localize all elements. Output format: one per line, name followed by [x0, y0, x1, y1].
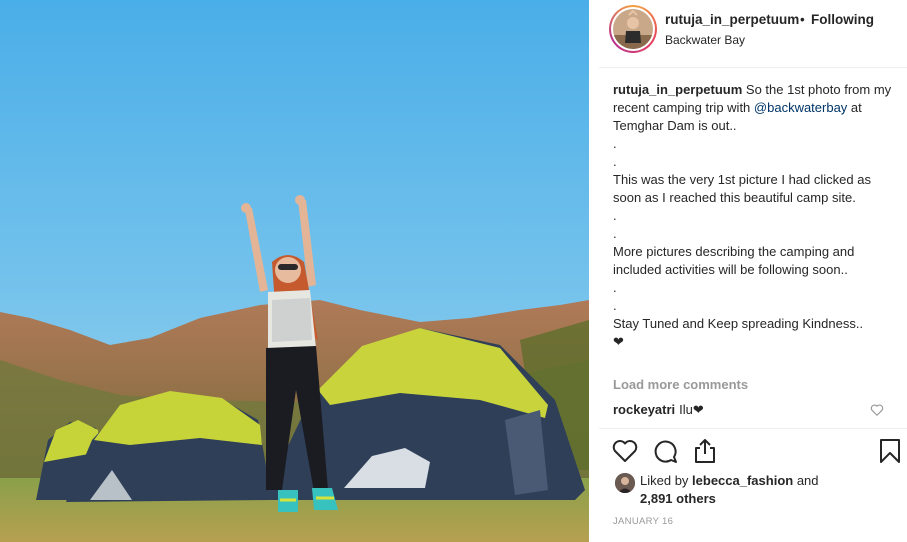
header-divider: [599, 67, 907, 68]
heart-icon[interactable]: [611, 437, 639, 465]
post-side-panel: rutuja_in_perpetuum • Following Backwate…: [589, 0, 907, 542]
post-caption: rutuja_in_perpetuum So the 1st photo fro…: [613, 81, 893, 351]
caption-dot: .: [613, 136, 617, 151]
likes-summary: Liked by lebecca_fashion and 2,891 other…: [640, 472, 880, 508]
share-icon[interactable]: [691, 437, 719, 465]
likes-prefix: Liked by: [640, 473, 693, 488]
liked-by-avatar[interactable]: [615, 473, 635, 493]
load-more-comments-button[interactable]: Load more comments: [613, 377, 748, 392]
comment-like-heart-icon[interactable]: [870, 403, 884, 417]
likes-middle: and: [793, 473, 819, 488]
bookmark-icon[interactable]: [876, 437, 904, 465]
author-avatar[interactable]: [609, 5, 657, 53]
comment-icon[interactable]: [651, 437, 679, 465]
post-date[interactable]: JANUARY 16: [613, 516, 673, 527]
caption-dot: .: [613, 154, 617, 169]
avatar-image: [613, 9, 653, 49]
caption-username[interactable]: rutuja_in_perpetuum: [613, 82, 742, 97]
likes-count-link[interactable]: 2,891 others: [640, 491, 716, 506]
post-header: rutuja_in_perpetuum • Following Backwate…: [589, 0, 907, 68]
header-separator: •: [800, 12, 805, 27]
comment-item: rockeyatri Ilu❤: [613, 402, 704, 418]
caption-heart-emoji: ❤: [613, 334, 624, 349]
camping-photo: [0, 0, 589, 542]
post-location[interactable]: Backwater Bay: [665, 33, 745, 47]
actions-divider: [599, 428, 907, 429]
caption-paragraph: Stay Tuned and Keep spreading Kindness..: [613, 316, 864, 331]
likes-user-link[interactable]: lebecca_fashion: [692, 473, 793, 488]
caption-dot: .: [613, 280, 617, 295]
caption-paragraph: More pictures describing the camping and…: [613, 244, 855, 277]
caption-dot: .: [613, 298, 617, 313]
liked-by-avatar-image: [615, 473, 635, 493]
caption-dot: .: [613, 226, 617, 241]
caption-mention-link[interactable]: @backwaterbay: [754, 100, 847, 115]
comment-text: Ilu❤: [679, 402, 704, 417]
caption-paragraph: This was the very 1st picture I had clic…: [613, 172, 871, 205]
author-username[interactable]: rutuja_in_perpetuum: [665, 12, 799, 27]
caption-dot: .: [613, 208, 617, 223]
comment-username[interactable]: rockeyatri: [613, 402, 675, 417]
post-photo[interactable]: [0, 0, 589, 542]
following-button[interactable]: Following: [811, 12, 874, 27]
